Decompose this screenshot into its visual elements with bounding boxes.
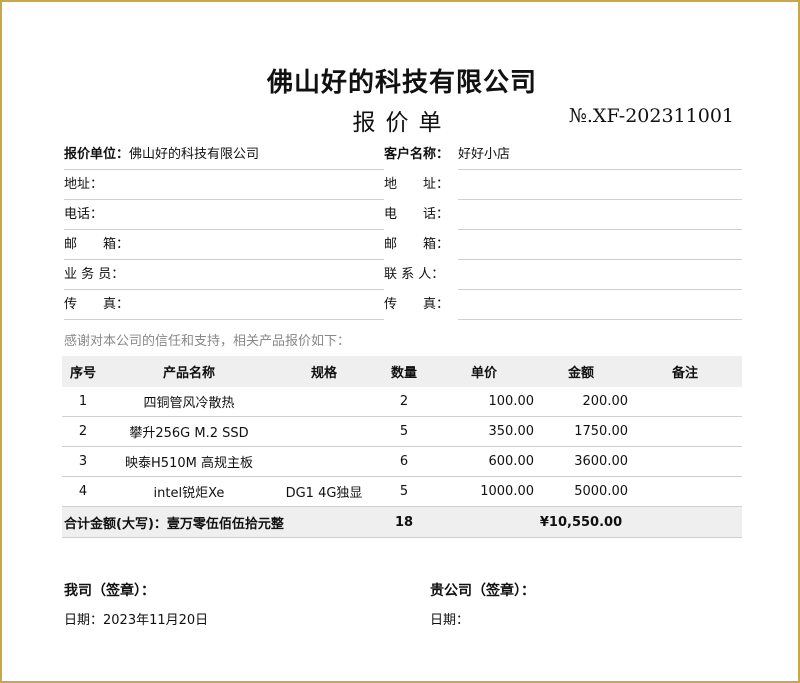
total-note: [628, 506, 742, 538]
row-spec: [274, 416, 374, 447]
total-spacer: [434, 506, 534, 538]
row-spec: [274, 387, 374, 417]
customer-email-value: [458, 230, 742, 260]
row-qty: 6: [374, 446, 434, 477]
customer-fax-value: [458, 290, 742, 320]
their-date: 日期：: [430, 613, 470, 628]
header-note: 备注: [628, 356, 742, 387]
row-unit-price: 1000.00: [434, 476, 534, 507]
quote-company-value: 佛山好的科技有限公司: [129, 147, 260, 162]
document-number: №.XF-202311001: [568, 105, 734, 127]
total-row: 合计金额(大写)：壹万零伍佰伍拾元整 18 ¥10,550.00: [62, 506, 742, 538]
header-product-name: 产品名称: [104, 356, 274, 387]
row-product-name: intel锐炬Xe: [104, 476, 274, 507]
customer-address-label: 地 址：: [384, 177, 450, 192]
row-spec: [274, 446, 374, 477]
row-note: [628, 416, 742, 447]
our-signature-label: 我司（签章）：: [64, 583, 155, 599]
customer-phone-label: 电 话：: [384, 207, 450, 222]
info-left-cell: 邮 箱：: [64, 230, 384, 260]
row-no: 4: [62, 476, 104, 507]
header-unit-price: 单价: [434, 356, 534, 387]
info-row: 邮 箱： 邮 箱：: [64, 230, 742, 260]
table-row: 3 映泰H510M 高规主板 6 600.00 3600.00: [62, 446, 742, 477]
row-spec: DG1 4G独显: [274, 476, 374, 507]
info-left-cell: 地址：: [64, 170, 384, 200]
row-no: 2: [62, 416, 104, 447]
row-no: 3: [62, 446, 104, 477]
quote-table: 序号 产品名称 规格 数量 单价 金额 备注 1 四铜管风冷散热 2 100.0…: [62, 356, 742, 538]
company-title: 佛山好的科技有限公司: [266, 68, 537, 98]
info-row: 业 务 员： 联 系 人：: [64, 260, 742, 290]
fax-label: 传 真：: [64, 297, 130, 312]
customer-email-label: 邮 箱：: [384, 237, 450, 252]
intro-text: 感谢对本公司的信任和支持，相关产品报价如下：: [64, 334, 351, 349]
customer-name-value: 好好小店: [458, 140, 742, 170]
row-amount: 200.00: [534, 387, 628, 417]
total-amount: ¥10,550.00: [534, 506, 628, 538]
row-qty: 5: [374, 476, 434, 507]
quote-company-label: 报价单位：: [64, 147, 130, 162]
document-frame: 佛山好的科技有限公司 报价单 №.XF-202311001 报价单位：佛山好的科…: [0, 0, 800, 683]
info-left-cell: 报价单位：佛山好的科技有限公司: [64, 140, 384, 170]
row-note: [628, 446, 742, 477]
row-amount: 1750.00: [534, 416, 628, 447]
contact-person-label: 联 系 人：: [384, 267, 445, 282]
info-row: 传 真： 传 真：: [64, 290, 742, 320]
row-no: 1: [62, 387, 104, 417]
info-left-cell: 电话：: [64, 200, 384, 230]
table-row: 1 四铜管风冷散热 2 100.00 200.00: [62, 387, 742, 417]
header-no: 序号: [62, 356, 104, 387]
salesperson-label: 业 务 员：: [64, 267, 125, 282]
info-row: 报价单位：佛山好的科技有限公司 客户名称： 好好小店: [64, 140, 742, 170]
email-label: 邮 箱：: [64, 237, 130, 252]
contact-person-value: [458, 260, 742, 290]
phone-label: 电话：: [64, 207, 104, 222]
header-amount: 金额: [534, 356, 628, 387]
row-note: [628, 476, 742, 507]
row-unit-price: 100.00: [434, 387, 534, 417]
row-product-name: 四铜管风冷散热: [104, 387, 274, 417]
total-label: 合计金额(大写)：壹万零伍佰伍拾元整: [62, 506, 374, 538]
row-qty: 2: [374, 387, 434, 417]
table-row: 2 攀升256G M.2 SSD 5 350.00 1750.00: [62, 416, 742, 447]
customer-address-value: [458, 170, 742, 200]
customer-fax-label: 传 真：: [384, 297, 450, 312]
row-product-name: 映泰H510M 高规主板: [104, 446, 274, 477]
row-unit-price: 350.00: [434, 416, 534, 447]
row-note: [628, 387, 742, 417]
row-unit-price: 600.00: [434, 446, 534, 477]
row-amount: 5000.00: [534, 476, 628, 507]
customer-phone-value: [458, 200, 742, 230]
header-spec: 规格: [274, 356, 374, 387]
customer-name-label: 客户名称：: [384, 147, 450, 162]
their-signature-label: 贵公司（签章）：: [430, 583, 535, 599]
our-date: 日期：2023年11月20日: [64, 613, 209, 628]
address-label: 地址：: [64, 177, 104, 192]
info-row: 地址： 地 址：: [64, 170, 742, 200]
info-section: 报价单位：佛山好的科技有限公司 客户名称： 好好小店 地址： 地 址： 电话： …: [64, 140, 742, 320]
info-left-cell: 业 务 员：: [64, 260, 384, 290]
row-product-name: 攀升256G M.2 SSD: [104, 416, 274, 447]
table-row: 4 intel锐炬Xe DG1 4G独显 5 1000.00 5000.00: [62, 476, 742, 507]
header-qty: 数量: [374, 356, 434, 387]
info-row: 电话： 电 话：: [64, 200, 742, 230]
row-qty: 5: [374, 416, 434, 447]
info-left-cell: 传 真：: [64, 290, 384, 320]
table-header-row: 序号 产品名称 规格 数量 单价 金额 备注: [62, 356, 742, 387]
total-qty: 18: [374, 506, 434, 538]
row-amount: 3600.00: [534, 446, 628, 477]
